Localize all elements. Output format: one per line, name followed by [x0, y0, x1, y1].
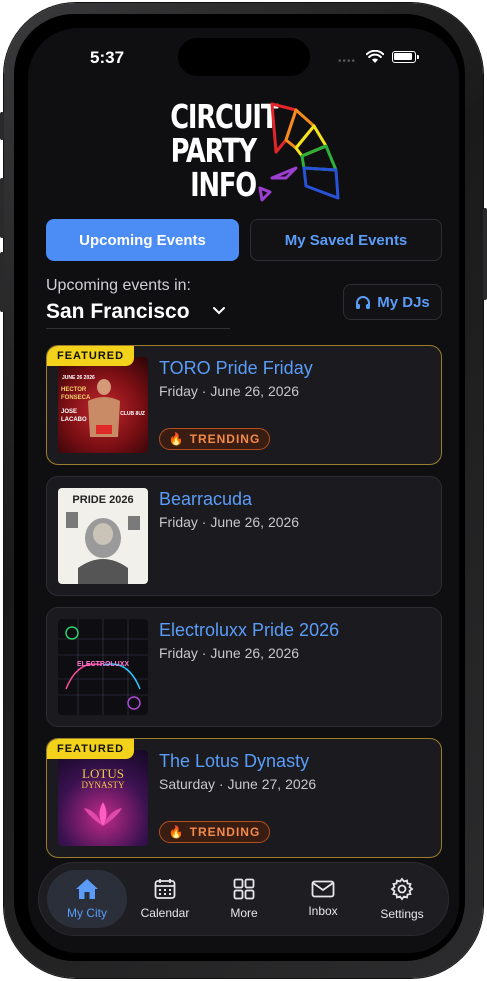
calendar-icon: [154, 879, 176, 899]
headphones-icon: [356, 295, 371, 309]
event-title[interactable]: Bearracuda: [159, 489, 252, 510]
side-button-left: [0, 252, 4, 312]
flame-icon: 🔥: [168, 825, 185, 839]
tab-more[interactable]: More: [204, 863, 284, 935]
event-card[interactable]: ELECTROLUXX Electroluxx Pride 2026 Frida…: [46, 607, 442, 727]
event-card[interactable]: LOTUS DYNASTY FEATURED The Lotus Dynasty…: [46, 738, 442, 858]
tab-upcoming-events[interactable]: Upcoming Events: [46, 219, 239, 261]
location-label: Upcoming events in:: [46, 277, 191, 294]
gear-icon: [390, 877, 414, 901]
tab-calendar[interactable]: Calendar: [125, 863, 205, 935]
event-poster: ELECTROLUXX: [58, 619, 148, 715]
poster-text: ELECTROLUXX: [76, 661, 130, 668]
chevron-down-icon[interactable]: [212, 306, 226, 316]
side-button-left: [0, 112, 4, 140]
trending-label: TRENDING: [189, 825, 261, 839]
signal-dots: ••••: [338, 56, 357, 67]
divider: [46, 328, 230, 329]
bottom-tab-bar: My City Calendar More Inbox Settings: [38, 862, 449, 936]
event-date: Friday · June 26, 2026: [159, 514, 300, 530]
tab-my-saved-events[interactable]: My Saved Events: [250, 219, 442, 261]
status-time: 5:37: [90, 48, 125, 67]
tab-inbox[interactable]: Inbox: [283, 863, 363, 935]
logo-line: CIRCUIT: [170, 97, 278, 136]
logo-line: INFO: [190, 165, 257, 204]
wifi-icon: [366, 50, 384, 63]
city-selector[interactable]: San Francisco: [46, 300, 190, 324]
tab-label: My City: [67, 906, 107, 920]
event-title[interactable]: Electroluxx Pride 2026: [159, 620, 339, 641]
my-djs-button[interactable]: My DJs: [343, 284, 442, 320]
tab-my-city[interactable]: My City: [47, 863, 127, 935]
tab-label: Settings: [380, 907, 424, 921]
trending-badge: 🔥 TRENDING: [159, 428, 270, 450]
battery-tip: [417, 55, 419, 59]
event-date: Saturday · June 27, 2026: [159, 776, 317, 792]
my-djs-label: My DJs: [377, 293, 430, 311]
trending-badge: 🔥 TRENDING: [159, 821, 270, 843]
mail-icon: [311, 880, 335, 898]
poster-figure: [88, 379, 120, 437]
flame-icon: 🔥: [168, 432, 185, 446]
event-poster: PRIDE 2026: [58, 488, 148, 584]
lotus-icon: [84, 802, 122, 826]
event-card[interactable]: JUNE 26 2026 HECTOR FONSECA JOSE LACABO …: [46, 345, 442, 465]
tab-label: Calendar: [140, 906, 190, 920]
grid-icon: [233, 878, 255, 900]
event-title[interactable]: The Lotus Dynasty: [159, 751, 309, 772]
side-button-left: [0, 178, 4, 238]
event-date: Friday · June 26, 2026: [159, 645, 300, 661]
event-poster: JUNE 26 2026 HECTOR FONSECA JOSE LACABO …: [58, 357, 148, 453]
poster-figure: [66, 512, 140, 584]
tab-label: Inbox: [308, 904, 338, 918]
logo-line: PARTY: [170, 131, 258, 170]
battery-icon: [392, 51, 416, 63]
event-date: Friday · June 26, 2026: [159, 383, 300, 399]
home-icon: [76, 879, 98, 899]
event-card[interactable]: PRIDE 2026 Bearracuda Friday · June 26, …: [46, 476, 442, 596]
event-title[interactable]: TORO Pride Friday: [159, 358, 313, 379]
app-logo-text: CIRCUIT PARTY INFO: [170, 97, 278, 204]
app-screen: 5:37 •••• CIRCUIT PARTY INFO Upcoming Ev…: [28, 28, 459, 953]
rainbow-fan-logo-icon: [258, 102, 340, 202]
featured-badge: FEATURED: [47, 739, 135, 759]
trending-label: TRENDING: [189, 432, 261, 446]
featured-badge: FEATURED: [47, 346, 135, 366]
event-poster: LOTUS DYNASTY: [58, 750, 148, 846]
tab-label: More: [230, 906, 258, 920]
dynamic-island: [178, 38, 310, 76]
tab-settings[interactable]: Settings: [362, 863, 442, 935]
side-button-right: [483, 208, 487, 300]
